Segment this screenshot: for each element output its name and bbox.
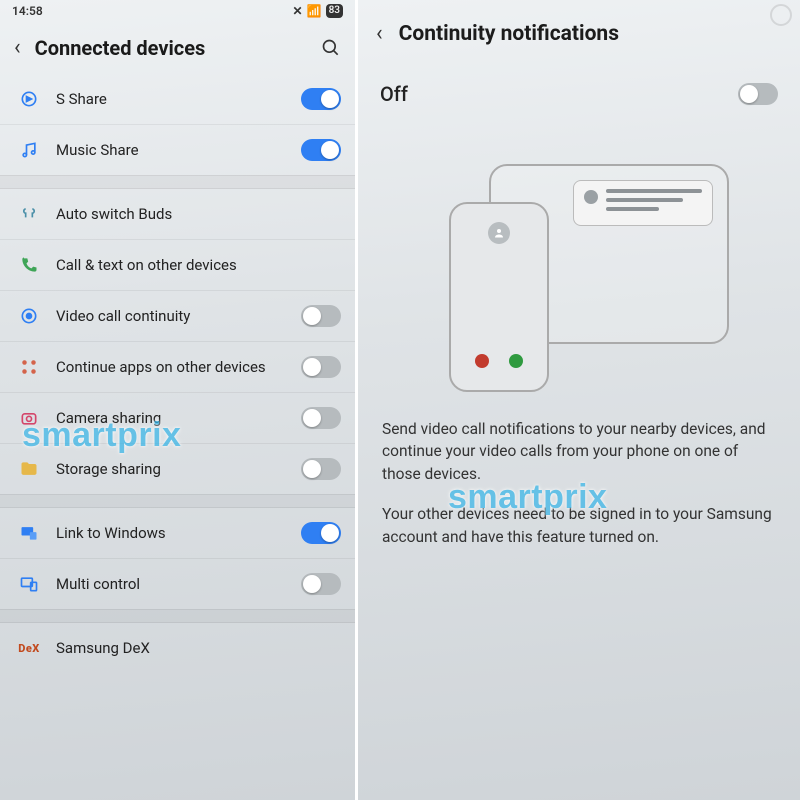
- search-icon[interactable]: [321, 38, 341, 58]
- left-header: ‹ Connected devices: [0, 20, 355, 74]
- apps-icon: [18, 356, 40, 378]
- corner-circle: [770, 4, 792, 26]
- vibrate-icon: ✕: [293, 4, 303, 18]
- toggle-s-share[interactable]: [301, 88, 341, 110]
- multi-icon: [18, 573, 40, 595]
- item-label: Continue apps on other devices: [56, 358, 285, 377]
- item-samsung-dex[interactable]: DeX Samsung DeX: [0, 623, 355, 673]
- master-toggle[interactable]: [738, 83, 778, 105]
- item-label: Storage sharing: [56, 460, 285, 479]
- item-label: Link to Windows: [56, 524, 285, 543]
- item-label: S Share: [56, 90, 285, 109]
- video-icon: [18, 305, 40, 327]
- toggle-multi-control[interactable]: [301, 573, 341, 595]
- right-header: ‹ Continuity notifications: [358, 0, 800, 64]
- item-link-windows[interactable]: Link to Windows: [0, 508, 355, 558]
- item-music-share[interactable]: Music Share: [0, 124, 355, 175]
- item-label: Camera sharing: [56, 409, 285, 428]
- item-multi-control[interactable]: Multi control: [0, 558, 355, 609]
- accept-icon: [509, 354, 523, 368]
- notification-graphic: [573, 180, 713, 226]
- status-icons: ✕ 📶 83: [293, 4, 343, 18]
- toggle-link-windows[interactable]: [301, 522, 341, 544]
- item-video-continuity[interactable]: Video call continuity: [0, 290, 355, 341]
- avatar-icon: [488, 222, 510, 244]
- master-toggle-row[interactable]: Off: [358, 64, 800, 130]
- item-auto-switch-buds[interactable]: Auto switch Buds: [0, 189, 355, 239]
- right-panel: ‹ Continuity notifications Off Send vide…: [358, 0, 800, 800]
- status-time: 14:58: [12, 4, 43, 18]
- toggle-state-label: Off: [380, 82, 408, 106]
- signal-icon: 📶: [307, 4, 322, 18]
- item-label: Music Share: [56, 141, 285, 160]
- section-divider: [0, 494, 355, 508]
- windows-icon: [18, 522, 40, 544]
- toggle-music-share[interactable]: [301, 139, 341, 161]
- item-storage-sharing[interactable]: Storage sharing: [0, 443, 355, 494]
- folder-icon: [18, 458, 40, 480]
- item-label: Multi control: [56, 575, 285, 594]
- description-p2: Your other devices need to be signed in …: [382, 503, 776, 548]
- buds-icon: [18, 203, 40, 225]
- illustration: [358, 130, 800, 404]
- item-label: Video call continuity: [56, 307, 285, 326]
- item-call-text[interactable]: Call & text on other devices: [0, 239, 355, 290]
- page-title: Continuity notifications: [399, 22, 619, 46]
- left-panel: 14:58 ✕ 📶 83 ‹ Connected devices S Share…: [0, 0, 358, 800]
- item-continue-apps[interactable]: Continue apps on other devices: [0, 341, 355, 392]
- item-s-share[interactable]: S Share: [0, 74, 355, 124]
- toggle-continue-apps[interactable]: [301, 356, 341, 378]
- item-label: Auto switch Buds: [56, 205, 341, 224]
- phone-icon: [18, 254, 40, 276]
- item-label: Samsung DeX: [56, 639, 341, 658]
- item-label: Call & text on other devices: [56, 256, 341, 275]
- description-p1: Send video call notifications to your ne…: [382, 418, 776, 485]
- back-icon[interactable]: ‹: [376, 23, 383, 45]
- toggle-storage-sharing[interactable]: [301, 458, 341, 480]
- dex-icon: DeX: [18, 637, 40, 659]
- status-bar: 14:58 ✕ 📶 83: [0, 0, 355, 20]
- battery-icon: 83: [326, 4, 343, 18]
- toggle-camera-sharing[interactable]: [301, 407, 341, 429]
- back-icon[interactable]: ‹: [14, 37, 21, 59]
- description: Send video call notifications to your ne…: [358, 404, 800, 580]
- music-icon: [18, 139, 40, 161]
- phone-graphic: [449, 202, 549, 392]
- page-title: Connected devices: [35, 36, 307, 60]
- share-icon: [18, 88, 40, 110]
- item-camera-sharing[interactable]: Camera sharing: [0, 392, 355, 443]
- toggle-video-continuity[interactable]: [301, 305, 341, 327]
- decline-icon: [475, 354, 489, 368]
- section-divider: [0, 175, 355, 189]
- section-divider: [0, 609, 355, 623]
- camera-icon: [18, 407, 40, 429]
